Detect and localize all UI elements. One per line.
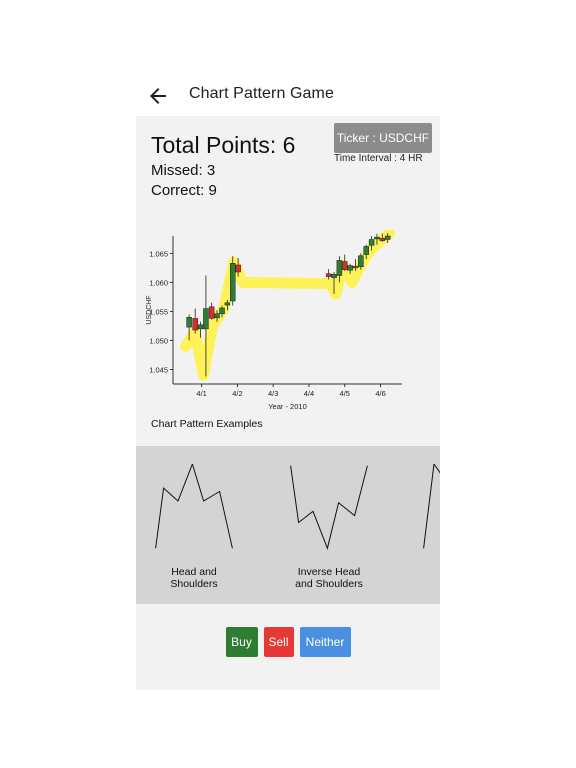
example-label: Inverse Head and Shoulders: [295, 566, 363, 590]
candlestick-chart: 1.0451.0501.0551.0601.0654/1 4/2 4/3 4/4 4/5…: [146, 227, 402, 411]
candle-up: [347, 265, 353, 271]
candle-up: [363, 246, 369, 255]
arrow-left-icon: [150, 88, 166, 104]
x-tick-label: 4/2: [232, 389, 242, 398]
candle-up: [336, 260, 343, 276]
sell-button[interactable]: Sell: [263, 627, 294, 657]
pattern-line: [290, 465, 368, 550]
examples-carousel[interactable]: Head and Shoulders Inverse Head and Shoul…: [136, 446, 440, 604]
candle-up: [358, 255, 364, 268]
x-tick-label: 4/4: [304, 389, 314, 398]
price-chart: 1.045 1.050 1.055 1.060 1.065 4/1 4/2 4/3 4/4 4/5…: [136, 227, 440, 420]
buy-button[interactable]: Buy: [225, 627, 258, 657]
neither-button[interactable]: Neither: [299, 627, 351, 657]
y-tick-label: 1.045: [149, 365, 168, 374]
ticker-button[interactable]: Ticker : USDCHF: [334, 123, 432, 153]
total-points: Total Points: 6: [151, 132, 296, 158]
y-tick-label: 1.050: [149, 336, 168, 345]
candle-up: [374, 236, 380, 240]
game-content: Total Points: 6 Missed: 3 Correct: 9 Tic…: [136, 116, 440, 690]
candle-down: [192, 318, 198, 331]
candle-up: [230, 263, 236, 302]
candle-up: [186, 317, 192, 328]
candle-up: [331, 274, 337, 279]
y-tick-label: 1.065: [149, 249, 168, 258]
candle-up: [368, 239, 375, 246]
x-tick-label: 4/3: [268, 389, 278, 398]
candle-down: [325, 273, 332, 277]
candle-up: [384, 235, 391, 240]
pattern-line: [155, 464, 233, 549]
candle-up: [214, 313, 220, 319]
x-axis-label: Year - 2010: [268, 402, 307, 411]
example-card[interactable]: Inverse Head and Shoulders: [267, 446, 377, 604]
example-label: Do: [407, 566, 440, 578]
pattern-line: [423, 464, 440, 549]
app-bar: Chart Pattern Game: [136, 76, 440, 116]
candle-up: [219, 307, 225, 315]
examples-title: Chart Pattern Examples: [151, 418, 263, 430]
time-interval: Time Interval : 4 HR: [334, 153, 423, 164]
x-tick-label: 4/5: [340, 389, 350, 398]
pattern-highlight: [180, 227, 395, 381]
candle-down: [342, 261, 348, 270]
candle-down: [379, 238, 386, 241]
example-card[interactable]: Do: [400, 446, 440, 604]
correct-count: Correct: 9: [151, 182, 217, 199]
candle-down: [235, 264, 241, 273]
candle-up: [203, 308, 209, 330]
inverse-head-and-shoulders-pattern-icon: [290, 465, 368, 550]
missed-count: Missed: 3: [151, 162, 216, 179]
candle-down: [208, 306, 215, 319]
candle-down: [352, 265, 359, 269]
page-title: Chart Pattern Game: [189, 85, 334, 102]
action-bar: Buy Sell Neither: [136, 627, 440, 657]
y-axis-label: USDCHF: [146, 295, 153, 324]
back-button[interactable]: [146, 84, 170, 108]
head-and-shoulders-pattern-icon: [155, 464, 233, 549]
y-tick-label: 1.060: [149, 278, 168, 287]
example-label: Head and Shoulders: [170, 566, 218, 590]
candle-up: [224, 302, 231, 306]
double-pattern-icon: [423, 464, 440, 549]
candle-up: [197, 324, 204, 330]
example-card[interactable]: Head and Shoulders: [136, 446, 242, 604]
x-tick-label: 4/6: [375, 389, 385, 398]
x-tick-label: 4/1: [196, 389, 206, 398]
